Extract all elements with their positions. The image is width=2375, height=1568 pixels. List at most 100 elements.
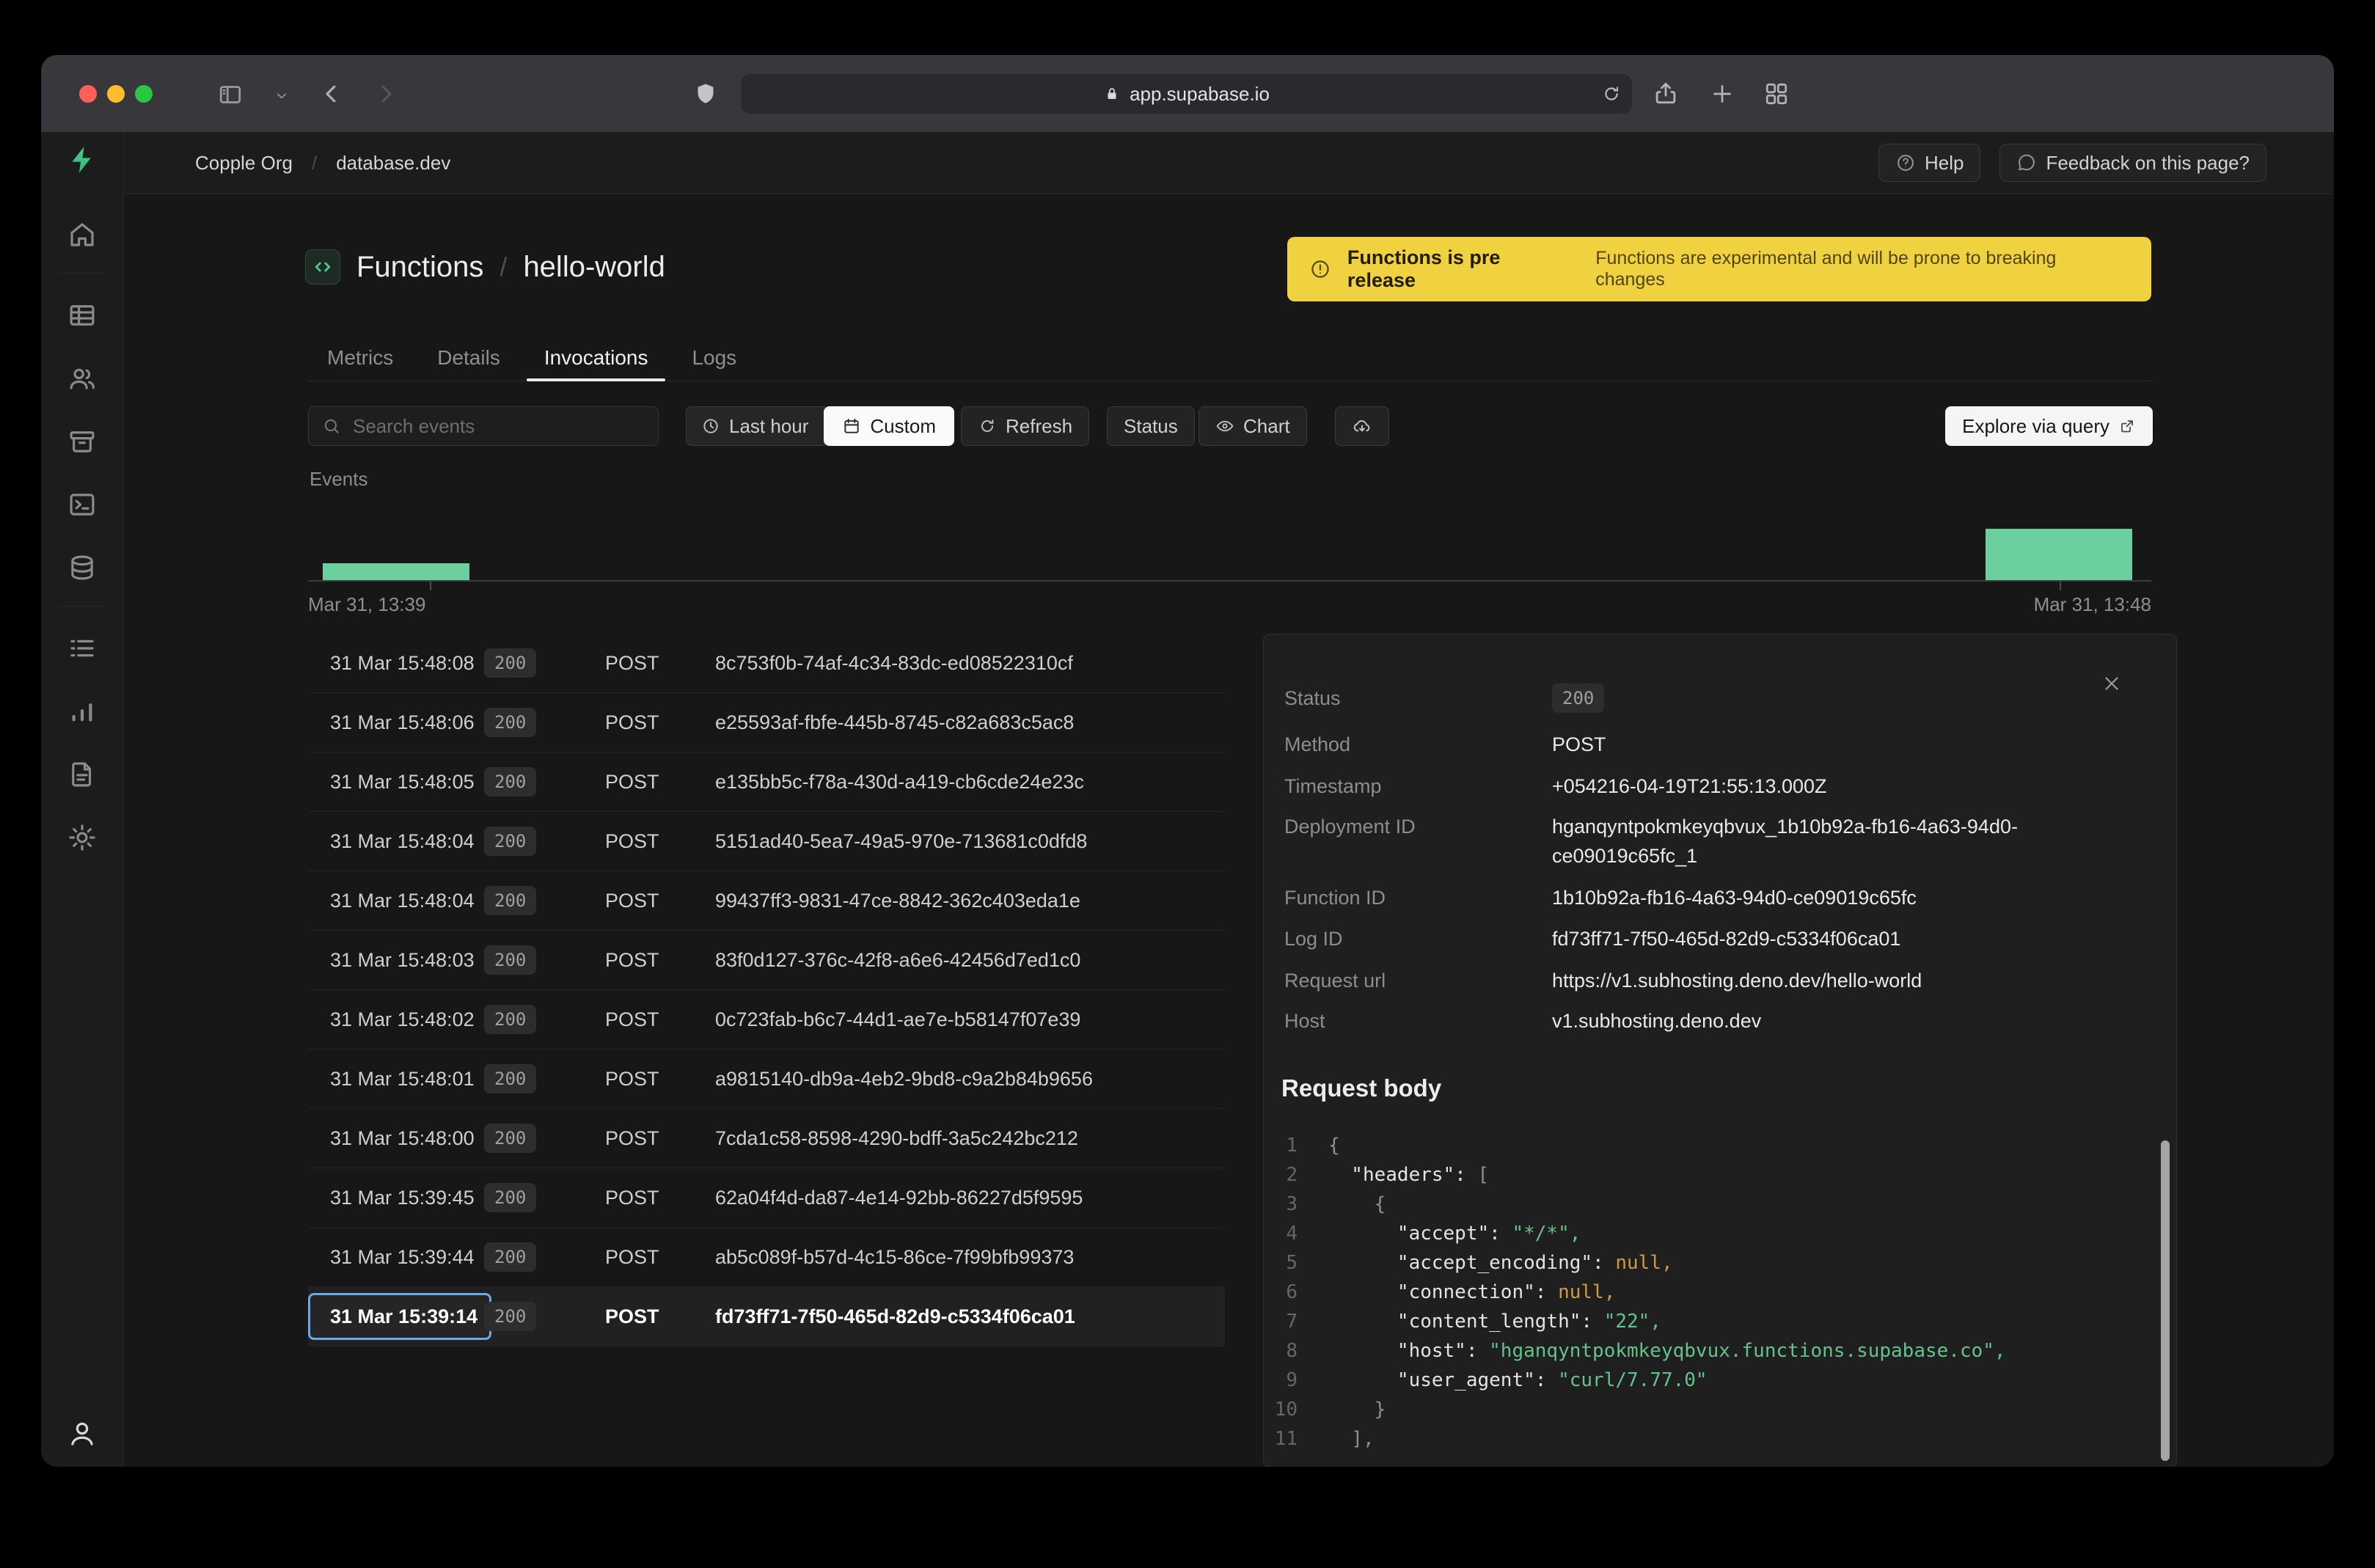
feedback-button[interactable]: Feedback on this page? [1999, 144, 2266, 182]
event-time-cell: 31 Mar 15:48:01 [308, 1068, 484, 1091]
account-menu[interactable] [41, 1418, 123, 1449]
panel-scrollbar[interactable] [2161, 1140, 2170, 1461]
sidebar-item-database[interactable] [41, 552, 123, 583]
address-bar[interactable]: app.supabase.io [741, 74, 1632, 114]
event-status-cell: 200 [484, 1242, 605, 1272]
sidebar-item-docs[interactable] [41, 759, 123, 790]
breadcrumb-project[interactable]: database.dev [336, 152, 450, 175]
field-label: Method [1284, 733, 1351, 755]
minimize-window-button[interactable] [107, 85, 125, 103]
event-method-cell: POST [605, 1126, 659, 1149]
event-time: 31 Mar 15:48:05 [330, 770, 475, 793]
share-icon[interactable] [1652, 79, 1680, 107]
sidebar-divider [59, 273, 106, 274]
chart-bar [1986, 529, 2132, 580]
event-time-cell: 31 Mar 15:48:05 [308, 771, 484, 794]
code-line: 10 } [1264, 1395, 2176, 1424]
refresh-button[interactable]: Refresh [961, 406, 1090, 446]
table-row[interactable]: 31 Mar 15:48:08 200 POST 8c753f0b-74af-4c34… [308, 634, 1225, 693]
search-events-field[interactable] [308, 406, 659, 446]
code-text: "connection": null, [1328, 1281, 1616, 1303]
detail-field-method: Method POST [1284, 730, 2135, 759]
status-filter-button[interactable]: Status [1107, 406, 1195, 446]
supabase-logo[interactable] [41, 144, 123, 176]
tab-logs[interactable]: Logs [692, 334, 736, 381]
sidebar-item-home[interactable] [41, 219, 123, 250]
sidebar-item-storage[interactable] [41, 426, 123, 457]
breadcrumb-separator: / [311, 151, 318, 174]
code-line: 11 ], [1264, 1424, 2176, 1454]
table-row[interactable]: 31 Mar 15:48:04 200 POST 5151ad40-5ea7-49a5… [308, 812, 1225, 871]
event-status-cell: 200 [484, 648, 605, 678]
explore-via-query-button[interactable]: Explore via query [1945, 406, 2153, 446]
axis-label-start: Mar 31, 13:39 [308, 593, 426, 615]
event-id-cell: a9815140-db9a-4eb2-9bd8-c9a2b84b9656 [715, 1067, 1093, 1090]
download-button[interactable] [1335, 406, 1389, 446]
prerelease-banner: Functions is pre release Functions are e… [1287, 237, 2151, 301]
field-value: POST [1552, 733, 1606, 755]
code-line: 8 "host": "hganqyntpokmkeyqbvux.function… [1264, 1336, 2176, 1366]
event-id-cell: fd73ff71-7f50-465d-82d9-c5334f06ca01 [715, 1305, 1075, 1327]
table-row[interactable]: 31 Mar 15:39:14 200 POST fd73ff71-7f50-465d… [308, 1287, 1225, 1347]
cloud-download-icon [1353, 420, 1370, 432]
code-text: ], [1328, 1428, 1375, 1450]
event-time-cell: 31 Mar 15:48:00 [308, 1127, 484, 1150]
status-badge: 200 [484, 708, 537, 737]
back-button[interactable] [318, 81, 345, 107]
tab-overview-icon[interactable] [1763, 81, 1790, 107]
database-icon [71, 555, 93, 580]
table-row[interactable]: 31 Mar 15:48:05 200 POST e135bb5c-f78a-430d… [308, 752, 1225, 812]
field-label: Timestamp [1284, 775, 1382, 797]
zoom-window-button[interactable] [135, 85, 153, 103]
code-text: { [1328, 1135, 1340, 1157]
sidebar-item-settings[interactable] [41, 822, 123, 853]
sidebar-item-table-editor[interactable] [41, 300, 123, 331]
search-input[interactable] [351, 414, 645, 439]
table-row[interactable]: 31 Mar 15:48:03 200 POST 83f0d127-376c-42f8… [308, 931, 1225, 990]
refresh-label: Refresh [1006, 414, 1073, 437]
request-body-code: 1{2 "headers": [3 {4 "accept": "*/*", 5 "… [1264, 1131, 2176, 1454]
close-window-button[interactable] [79, 85, 97, 103]
sidebar-item-auth[interactable] [41, 363, 123, 394]
breadcrumb-org[interactable]: Copple Org [195, 152, 293, 175]
table-row[interactable]: 31 Mar 15:48:06 200 POST e25593af-fbfe-445b… [308, 693, 1225, 752]
sidebar-item-logs[interactable] [41, 633, 123, 664]
table-row[interactable]: 31 Mar 15:48:00 200 POST 7cda1c58-8598-4290… [308, 1109, 1225, 1168]
table-row[interactable]: 31 Mar 15:39:44 200 POST ab5c089f-b57d-4c15… [308, 1228, 1225, 1287]
table-row[interactable]: 31 Mar 15:48:02 200 POST 0c723fab-b6c7-44d1… [308, 990, 1225, 1049]
event-method-cell: POST [605, 651, 659, 674]
chevron-down-icon[interactable] [274, 89, 289, 103]
table-row[interactable]: 31 Mar 15:39:45 200 POST 62a04f4d-da87-4e14… [308, 1168, 1225, 1228]
tab-invocations[interactable]: Invocations [526, 334, 666, 381]
forward-button[interactable] [373, 81, 399, 107]
field-value: +054216-04-19T21:55:13.000Z [1552, 775, 1827, 797]
last-hour-button[interactable]: Last hour [686, 406, 826, 446]
help-button[interactable]: Help [1878, 144, 1981, 182]
shield-privacy-icon[interactable] [692, 81, 719, 107]
sidebar-toggle-icon[interactable] [217, 81, 244, 108]
calendar-icon [844, 418, 860, 433]
selected-time-cell: 31 Mar 15:39:14 [308, 1293, 491, 1340]
reload-icon[interactable] [1601, 84, 1622, 104]
custom-label: Custom [870, 414, 936, 437]
event-status-cell: 200 [484, 1005, 605, 1034]
event-status-cell: 200 [484, 827, 605, 856]
code-text: "user_agent": "curl/7.77.0" [1328, 1369, 1708, 1391]
tab-details[interactable]: Details [437, 334, 500, 381]
status-badge: 200 [484, 648, 537, 678]
line-number: 6 [1286, 1281, 1298, 1303]
custom-range-button[interactable]: Custom [824, 406, 954, 446]
line-number: 3 [1286, 1193, 1298, 1215]
code-text: "headers": [ [1328, 1164, 1490, 1186]
event-time-cell: 31 Mar 15:48:04 [308, 890, 484, 912]
code-line: 1{ [1264, 1131, 2176, 1160]
event-status-cell: 200 [484, 1124, 605, 1153]
new-tab-icon[interactable] [1709, 81, 1735, 107]
tab-metrics[interactable]: Metrics [327, 334, 393, 381]
table-row[interactable]: 31 Mar 15:48:01 200 POST a9815140-db9a-4eb2… [308, 1049, 1225, 1109]
sidebar-item-sql-editor[interactable] [41, 489, 123, 520]
event-method-cell: POST [605, 889, 659, 912]
table-row[interactable]: 31 Mar 15:48:04 200 POST 99437ff3-9831-47ce… [308, 871, 1225, 931]
chart-toggle-button[interactable]: Chart [1199, 406, 1307, 446]
sidebar-item-reports[interactable] [41, 696, 123, 727]
